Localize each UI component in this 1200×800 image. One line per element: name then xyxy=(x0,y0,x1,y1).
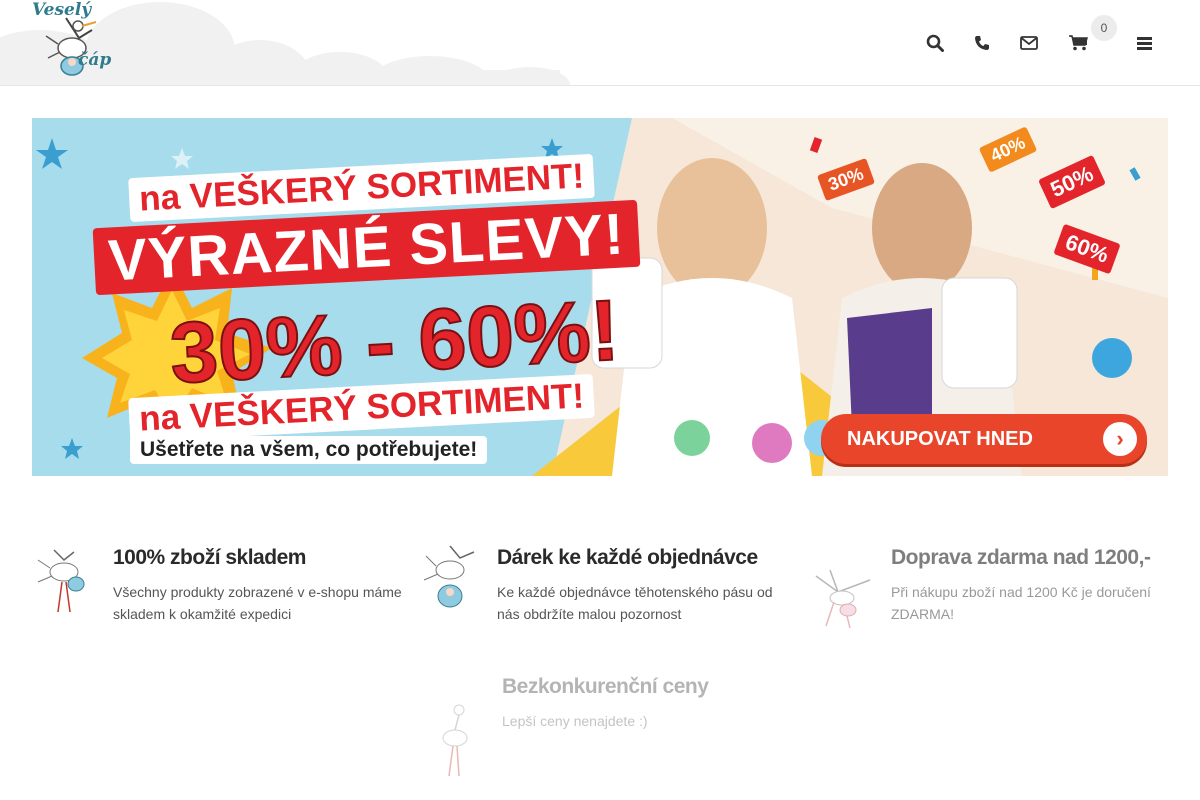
feature-title: Doprava zdarma nad 1200,- xyxy=(891,546,1151,569)
site-header: Veselý čáp 0 xyxy=(0,0,1200,86)
stork-logo-icon xyxy=(45,17,97,76)
feature-free-shipping: Doprava zdarma nad 1200,- Při nákupu zbo… xyxy=(810,540,1190,640)
site-logo[interactable]: Veselý čáp xyxy=(30,0,120,84)
promo-banner[interactable]: 30% 40% 50% 60% na VEŠKERÝ SORTIMENT! VÝ… xyxy=(32,118,1168,476)
stork-standing-icon xyxy=(442,704,468,777)
cart-count-badge: 0 xyxy=(1091,15,1117,41)
menu-icon[interactable] xyxy=(1131,30,1157,56)
shop-now-button[interactable]: NAKUPOVAT HNED › xyxy=(821,414,1147,464)
stork-baby-icon xyxy=(423,545,475,608)
feature-text: Všechny produkty zobrazené v e-shopu mám… xyxy=(113,584,402,622)
feature-text: Při nákupu zboží nad 1200 Kč je doručení… xyxy=(891,584,1151,622)
phone-icon[interactable] xyxy=(969,30,995,56)
feature-in-stock: 100% zboží skladem Všechny produkty zobr… xyxy=(34,540,402,630)
logo-text-bottom: čáp xyxy=(78,50,112,70)
chevron-right-icon: › xyxy=(1103,422,1137,456)
cart-icon[interactable] xyxy=(1065,30,1091,56)
feature-text: Ke každé objednávce těhotenského pásu od… xyxy=(497,584,773,622)
feature-text: Lepší ceny nenajdete :) xyxy=(502,713,648,729)
feature-title: Bezkonkurenční ceny xyxy=(502,675,709,698)
stork-icon xyxy=(37,549,85,613)
banner-subline: Ušetřete na všem, co potřebujete! xyxy=(130,436,488,464)
flying-stork-icon xyxy=(815,569,871,629)
feature-title: Dárek ke každé objednávce xyxy=(497,546,758,569)
search-icon[interactable] xyxy=(922,30,948,56)
feature-gift: Dárek ke každé objednávce Ke každé objed… xyxy=(420,540,790,630)
shop-now-label: NAKUPOVAT HNED xyxy=(847,427,1033,450)
feature-title: 100% zboží skladem xyxy=(113,546,306,569)
feature-best-prices: Bezkonkurenční ceny Lepší ceny nenajdete… xyxy=(425,670,825,780)
envelope-icon[interactable] xyxy=(1016,30,1042,56)
